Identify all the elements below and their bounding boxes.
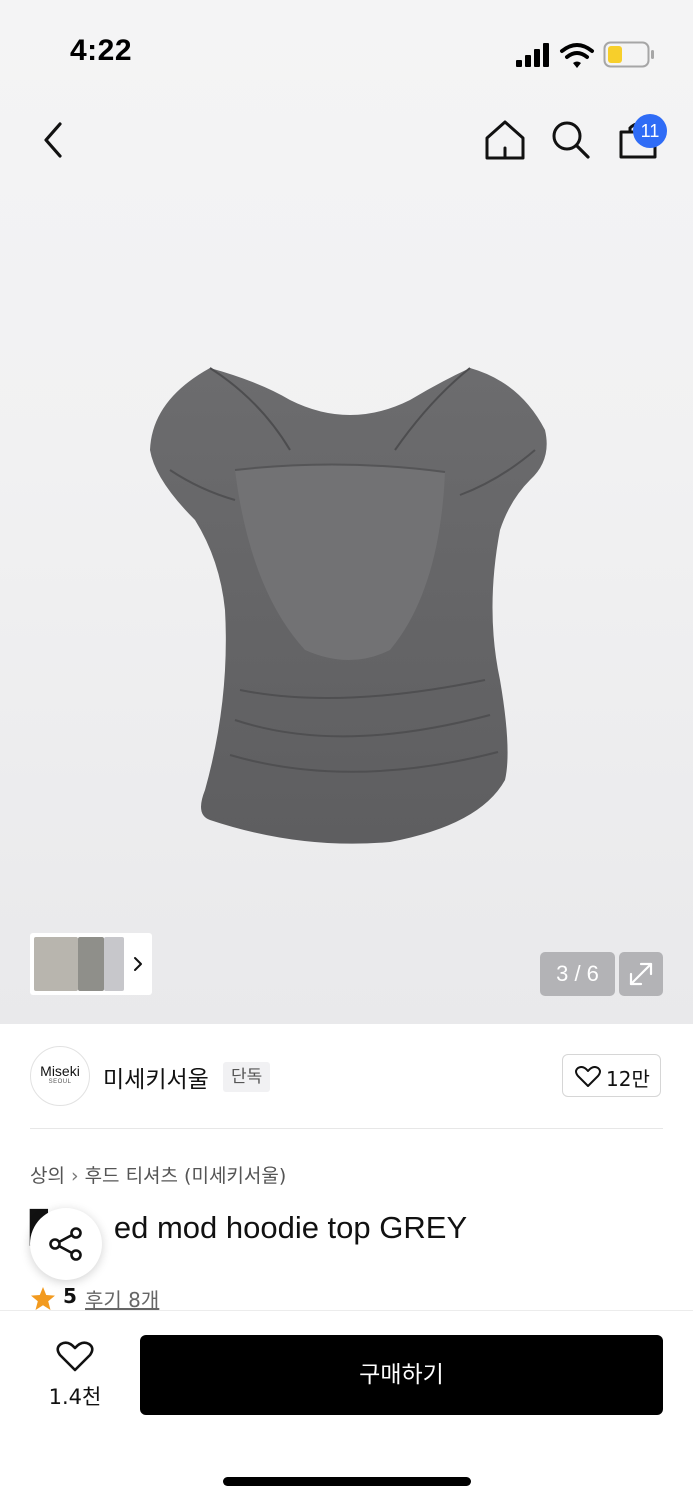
chevron-right-icon[interactable] [132,955,144,973]
home-button[interactable] [483,118,527,162]
exclusive-badge: 단독 [223,1062,271,1092]
share-button[interactable] [30,1208,102,1280]
star-icon [31,1287,55,1310]
bottom-action-bar: 1.4천 구매하기 [0,1310,693,1501]
cart-count-badge: 11 [633,114,667,148]
wishlist-button[interactable]: 1.4천 [35,1337,115,1417]
signal-icon [516,43,549,67]
brand-name[interactable]: 미세키서울 [103,1060,209,1094]
breadcrumb-separator-icon: › [70,1165,79,1187]
buy-button[interactable]: 구매하기 [140,1335,663,1415]
thumbnail-2[interactable] [78,937,104,991]
status-icons [516,41,654,68]
battery-icon [603,41,654,68]
heart-icon [56,1341,94,1372]
home-indicator [223,1477,471,1486]
review-count-link[interactable]: 후기 8개 [85,1284,159,1313]
image-counter: 3 / 6 [540,952,615,996]
product-title-text: ed mod hoodie top GREY [113,1210,468,1245]
breadcrumb[interactable]: 상의 › 후드 티셔츠 (미세키서울) [30,1161,286,1188]
brand-like-button[interactable]: 12만 [562,1054,661,1097]
thumbnail-3[interactable] [104,937,124,991]
wifi-icon [560,43,594,68]
brand-like-count: 12만 [606,1067,650,1091]
breadcrumb-item[interactable]: 후드 티셔츠 (미세키서울) [85,1165,287,1187]
breadcrumb-item[interactable]: 상의 [30,1165,65,1187]
rating-score: 5 [63,1284,77,1308]
share-icon [49,1227,82,1261]
thumbnail-1[interactable] [34,937,78,991]
back-button[interactable] [36,120,70,160]
heart-icon [575,1066,601,1087]
divider [30,1128,663,1129]
expand-button[interactable] [619,952,663,996]
product-image[interactable] [140,360,560,850]
wishlist-count: 1.4천 [48,1385,102,1409]
thumbnail-strip[interactable] [30,933,152,995]
brand-logo-subtext: SEOUL [48,1079,72,1085]
expand-arrows-icon [629,962,653,986]
search-button[interactable] [550,118,592,162]
brand-logo[interactable]: Miseki SEOUL [30,1046,90,1106]
product-hero[interactable]: 4:22 11 3 / 6 [0,0,693,1024]
status-time: 4:22 [70,34,133,67]
brand-logo-text: Miseki [40,1063,80,1079]
